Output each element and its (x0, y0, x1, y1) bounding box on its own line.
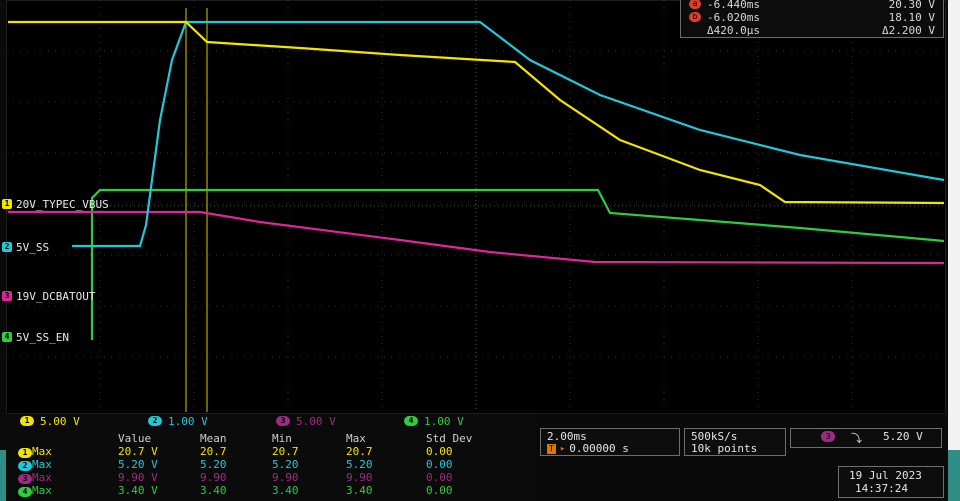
row-min: 9.90 (272, 471, 299, 484)
row-value: 3.40 V (118, 484, 158, 497)
ch3-badge-icon: 3 (18, 474, 32, 484)
row-mean: 9.90 (200, 471, 227, 484)
ch3-name: 19V_DCBATOUT (16, 289, 96, 303)
row-mean: 3.40 (200, 484, 227, 497)
table-row[interactable]: 2 Max 5.20 V 5.20 5.20 5.20 0.00 (18, 458, 528, 471)
row-std: 0.00 (426, 471, 453, 484)
cursor-delta-value: Δ2.200 V (882, 24, 935, 37)
ch1-badge-icon: 1 (18, 448, 32, 458)
table-row[interactable]: 3 Max 9.90 V 9.90 9.90 9.90 0.00 (18, 471, 528, 484)
cursor-b-time: -6.020ms (707, 11, 760, 24)
acquisition-panel[interactable]: 500kS/s 10k points (684, 428, 786, 456)
row-std: 0.00 (426, 484, 453, 497)
measurement-table: Value Mean Min Max Std Dev 1 Max 20.7 V 2… (18, 432, 528, 497)
ch2-name: 5V_SS (16, 240, 50, 254)
date-text: 19 Jul 2023 (849, 469, 922, 482)
ch3-scale-icon: 3 (276, 416, 290, 426)
channel-scales: 1 5.00 V 2 1.00 V 3 5.00 V 4 1.00 V (20, 414, 532, 428)
ch1-marker-icon: 1 (2, 199, 12, 209)
row-label: Max (32, 445, 52, 458)
row-mean: 5.20 (200, 458, 227, 471)
ch4-scale-value: 1.00 V (424, 414, 464, 428)
ch2-badge-icon: 2 (18, 461, 32, 471)
ch1-scale-value: 5.00 V (40, 414, 80, 428)
time-text: 14:37:24 (855, 482, 908, 495)
header-max: Max (346, 432, 366, 445)
cursor-readout: a -6.440ms 20.30 V b -6.020ms 18.10 V Δ4… (680, 0, 944, 38)
right-edge-strip (948, 0, 960, 501)
ch4-scale[interactable]: 4 1.00 V (404, 414, 532, 428)
row-std: 0.00 (426, 458, 453, 471)
ch4-label[interactable]: 4 5V_SS_EN (2, 330, 69, 344)
row-min: 5.20 (272, 458, 299, 471)
ch1-scale-icon: 1 (20, 416, 34, 426)
measurement-header: Value Mean Min Max Std Dev (18, 432, 528, 445)
waveform-plot (6, 0, 945, 412)
ch3-marker-icon: 3 (2, 291, 12, 301)
cursor-a-row: a -6.440ms 20.30 V (681, 0, 943, 11)
arrow-right-icon: ▸ (559, 443, 566, 454)
cursor-delta-row: Δ420.0µs Δ2.200 V (681, 24, 943, 37)
header-min: Min (272, 432, 292, 445)
ch1-scale[interactable]: 1 5.00 V (20, 414, 148, 428)
cursor-a-time: -6.440ms (707, 0, 760, 11)
timebase-panel[interactable]: 2.00ms T ▸ 0.00000 s (540, 428, 680, 456)
cursor-b-row: b -6.020ms 18.10 V (681, 11, 943, 24)
ch2-scale[interactable]: 2 1.00 V (148, 414, 276, 428)
ch3-scale-value: 5.00 V (296, 414, 336, 428)
row-max: 20.7 (346, 445, 373, 458)
cursor-a-icon: a (689, 0, 701, 9)
row-min: 3.40 (272, 484, 299, 497)
ch2-scale-icon: 2 (148, 416, 162, 426)
ch2-marker-icon: 2 (2, 242, 12, 252)
trigger-position-icon: T (547, 443, 556, 454)
ch3-label[interactable]: 3 19V_DCBATOUT (2, 289, 95, 303)
row-value: 20.7 V (118, 445, 158, 458)
table-row[interactable]: 1 Max 20.7 V 20.7 20.7 20.7 0.00 (18, 445, 528, 458)
table-row[interactable]: 4 Max 3.40 V 3.40 3.40 3.40 0.00 (18, 484, 528, 497)
ch4-badge-icon: 4 (18, 487, 32, 497)
trigger-channel-icon: 3 (821, 431, 835, 442)
ch2-scale-value: 1.00 V (168, 414, 208, 428)
ch4-name: 5V_SS_EN (16, 330, 69, 344)
cursor-b-icon: b (689, 12, 701, 22)
cursor-a-value: 20.30 V (888, 0, 935, 11)
cursor-b-value: 18.10 V (888, 11, 935, 24)
row-max: 9.90 (346, 471, 373, 484)
header-value: Value (118, 432, 152, 445)
trigger-level: 5.20 V (883, 430, 923, 443)
row-mean: 20.7 (200, 445, 227, 458)
ch1-label[interactable]: 1 20V_TYPEC_VBUS (2, 197, 109, 211)
record-length: 10k points (691, 442, 758, 455)
row-std: 0.00 (426, 445, 453, 458)
row-max: 3.40 (346, 484, 373, 497)
row-value: 9.90 V (118, 471, 158, 484)
ch4-scale-icon: 4 (404, 416, 418, 426)
datetime-panel: 19 Jul 2023 14:37:24 (838, 466, 944, 498)
row-min: 20.7 (272, 445, 299, 458)
trigger-panel[interactable]: 3 ⤵ 5.20 V (790, 428, 942, 448)
timebase-position: 0.00000 s (569, 442, 629, 455)
row-label: Max (32, 484, 52, 497)
row-value: 5.20 V (118, 458, 158, 471)
row-label: Max (32, 458, 52, 471)
header-mean: Mean (200, 432, 227, 445)
cursor-delta-time: Δ420.0µs (707, 24, 760, 37)
ch2-label[interactable]: 2 5V_SS (2, 240, 49, 254)
right-edge-accent (948, 450, 960, 501)
graticule (6, 0, 944, 412)
ch1-name: 20V_TYPEC_VBUS (16, 197, 109, 211)
row-max: 5.20 (346, 458, 373, 471)
header-std-dev: Std Dev (426, 432, 473, 445)
falling-edge-icon: ⤵ (851, 432, 862, 445)
row-label: Max (32, 471, 52, 484)
ch4-marker-icon: 4 (2, 332, 12, 342)
ch4-trace (90, 188, 945, 340)
ch3-scale[interactable]: 3 5.00 V (276, 414, 404, 428)
